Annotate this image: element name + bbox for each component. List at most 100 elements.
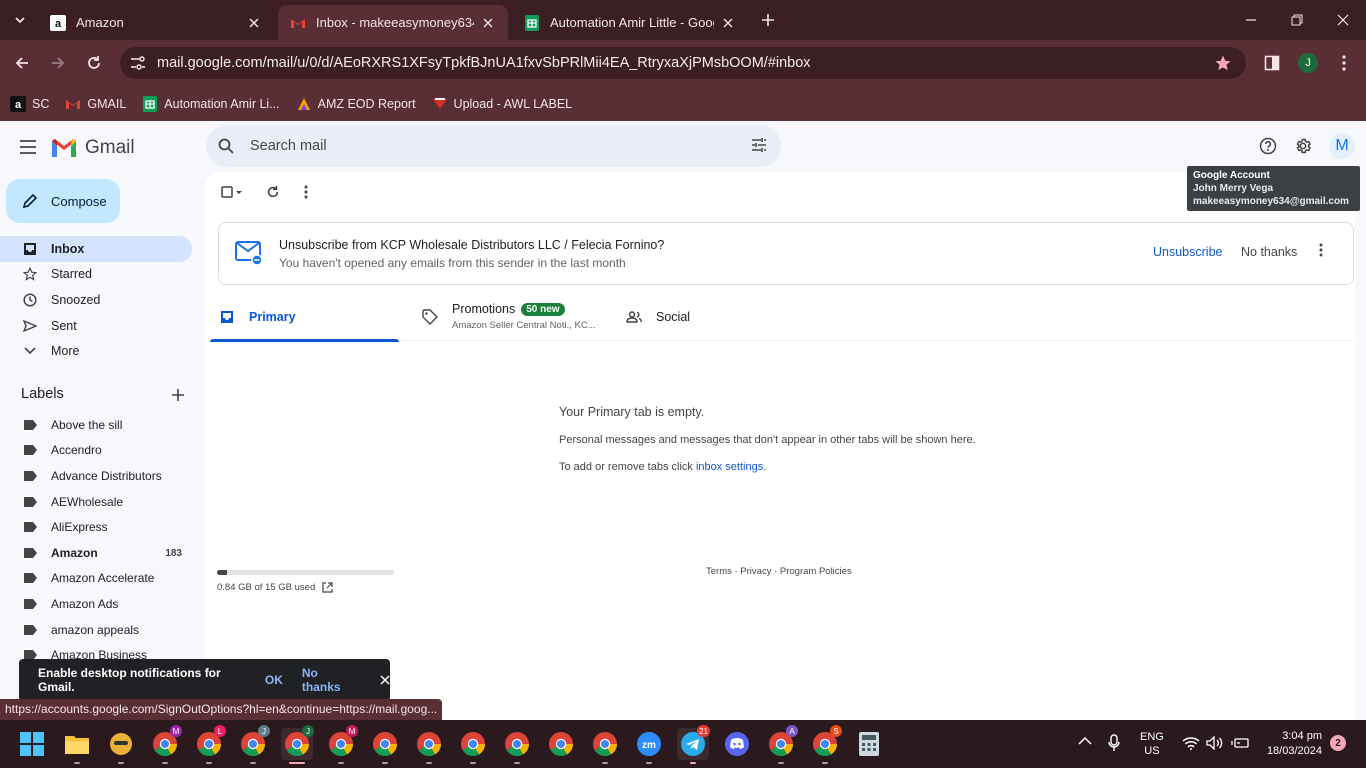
star-icon[interactable] [1214,54,1232,72]
restore-button[interactable] [1274,0,1320,40]
more-vert-icon [1342,55,1346,71]
search-icon[interactable] [216,138,236,154]
bookmark-amz-eod-report[interactable]: AMZ EOD Report [296,96,416,112]
close-icon[interactable] [720,15,736,31]
minimize-button[interactable] [1228,0,1274,40]
bookmark-upload-awl-label[interactable]: Upload - AWL LABEL [432,96,572,112]
forward-button[interactable] [43,48,73,78]
label-item[interactable]: Advance Distributors [0,464,192,488]
taskbar-chrome-profile-9[interactable] [501,728,533,764]
gmail-logo[interactable]: Gmail [50,137,135,159]
tab-social[interactable]: Social [624,292,814,341]
taskbar-chrome-profile-6[interactable] [369,728,401,764]
taskbar-chrome-profile-5[interactable]: M [325,725,358,764]
more-vert-icon [304,185,308,199]
taskbar-discord[interactable] [721,728,753,760]
main-menu-button[interactable] [16,135,40,159]
unsubscribe-no-thanks-button[interactable]: No thanks [1241,245,1297,259]
bookmark-sc[interactable]: a SC [10,95,49,112]
nav-item-starred[interactable]: Starred [0,261,192,287]
start-button[interactable] [16,728,48,760]
select-all-checkbox[interactable] [219,182,245,202]
label-item[interactable]: amazon appeals [0,618,192,642]
unsubscribe-button[interactable]: Unsubscribe [1153,245,1222,259]
new-tab-button[interactable] [754,6,782,34]
profile-button[interactable]: J [1293,48,1323,78]
tab-promotions[interactable]: Promotions 50 new Amazon Seller Central N… [420,292,610,341]
address-bar[interactable]: mail.google.com/mail/u/0/d/AEoRXRS1XFsyT… [120,47,1246,79]
side-panel-button[interactable] [1257,48,1287,78]
label-item[interactable]: Amazon Ads [0,592,192,616]
taskbar-chrome-profile-12[interactable]: A [765,725,798,764]
battery-status[interactable] [1231,736,1249,750]
close-window-button[interactable] [1320,0,1366,40]
label-item[interactable]: Amazon Accelerate [0,566,192,590]
bookmark-gmail[interactable]: GMAIL [65,96,126,112]
close-icon[interactable] [480,15,496,31]
show-hidden-icons[interactable] [1078,736,1092,746]
tab-search-button[interactable] [6,6,34,34]
close-icon[interactable] [380,675,390,685]
add-label-button[interactable] [170,387,186,403]
nav-item-snoozed[interactable]: Snoozed [0,287,192,313]
reload-button[interactable] [79,48,109,78]
calculator-icon [859,732,879,756]
label-item[interactable]: Above the sill [0,413,192,437]
taskbar-zoom[interactable]: zm [633,728,665,764]
bookmark-automation-amir[interactable]: Automation Amir Li... [142,95,280,112]
taskbar-chrome-profile-8[interactable] [457,728,489,764]
taskbar-chrome-profile-11[interactable] [589,728,621,764]
taskbar-chrome-profile-1[interactable]: M [149,725,182,764]
label-item[interactable]: AEWholesale [0,490,192,514]
compose-button[interactable]: Compose [6,179,120,223]
taskbar-chrome-profile-10[interactable] [545,728,577,760]
keyboard-layout: US [1144,745,1160,757]
refresh-button[interactable] [263,182,283,202]
nav-item-inbox[interactable]: Inbox [0,236,192,262]
inbox-settings-link[interactable]: inbox settings [696,461,763,473]
label-item[interactable]: Accendro [0,438,192,462]
taskbar-calculator[interactable] [853,728,885,760]
support-button[interactable] [1257,135,1279,157]
back-button[interactable] [7,48,37,78]
profile-badge: A [786,725,798,737]
footer-links[interactable]: Terms · Privacy · Program Policies [706,566,852,577]
tab-primary[interactable]: Primary [210,292,399,342]
gear-icon [1296,138,1312,154]
tab-gmail-inbox[interactable]: Inbox - makeeasymoney634@gmail.com [278,5,508,40]
tab-google-sheets[interactable]: Automation Amir Little - Google Sheets [512,5,748,40]
close-icon[interactable] [246,15,262,31]
taskbar-chrome-active[interactable]: J [281,725,314,764]
volume-status[interactable] [1206,736,1224,750]
unsubscribe-more-button[interactable] [1319,243,1323,257]
taskbar-app-duck[interactable] [105,728,137,764]
nav-item-more[interactable]: More [0,338,192,364]
network-status[interactable] [1182,736,1200,750]
label-item[interactable]: AliExpress [0,515,192,539]
storage-usage[interactable]: 0.84 GB of 15 GB used [217,582,333,593]
microphone-status[interactable] [1108,734,1120,752]
search-input[interactable] [250,138,730,154]
clock[interactable]: 3:04 pm 18/03/2024 [1262,729,1322,759]
search-options-icon[interactable] [751,137,767,153]
label-item[interactable]: Amazon 183 [0,541,192,565]
nav-item-sent[interactable]: Sent [0,313,192,339]
settings-button[interactable] [1292,135,1314,157]
site-info-icon[interactable] [130,56,146,70]
browser-menu-button[interactable] [1329,48,1359,78]
google-account-button[interactable]: M [1329,133,1355,159]
tab-amazon[interactable]: a Amazon [38,5,274,40]
taskbar-chrome-profile-2[interactable]: L [193,725,226,764]
notification-ok-button[interactable]: OK [265,673,283,687]
language-indicator[interactable]: ENG US [1140,730,1164,758]
notification-center-badge[interactable]: 2 [1330,735,1346,751]
taskbar-chrome-profile-3[interactable]: J [237,725,270,764]
mail-block-icon [235,241,263,266]
taskbar-chrome-profile-7[interactable] [413,728,445,764]
more-actions-button[interactable] [296,182,316,202]
desktop-notifications-prompt: Enable desktop notifications for Gmail. … [19,659,390,701]
notification-no-thanks-button[interactable]: No thanks [302,666,356,694]
taskbar-telegram[interactable]: 21 [677,725,710,764]
taskbar-chrome-profile-13[interactable]: S [809,725,842,764]
taskbar-file-explorer[interactable] [61,728,93,764]
